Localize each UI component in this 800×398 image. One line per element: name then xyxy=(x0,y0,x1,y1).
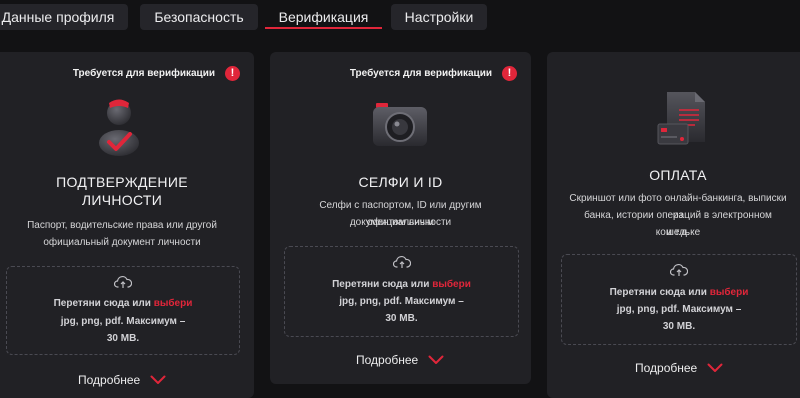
dropzone-prompt: Перетяни сюда или xyxy=(53,298,154,309)
alert-icon: ! xyxy=(502,66,517,81)
chevron-down-icon xyxy=(428,355,444,364)
card-title: СЕЛФИ И ID xyxy=(358,174,443,190)
tab-settings[interactable]: Настройки xyxy=(391,4,487,30)
active-tab-indicator xyxy=(265,27,382,29)
more-label: Подробнее xyxy=(356,353,419,367)
upload-dropzone[interactable]: Перетяни сюда или выбери jpg, png, pdf. … xyxy=(6,266,240,355)
selfie-card: Требуется для верификации ! СЕЛФИ И ID С… xyxy=(270,52,531,384)
dropzone-prompt: Перетяни сюда или xyxy=(609,287,710,298)
tab-security[interactable]: Безопасность xyxy=(140,4,258,30)
required-note: Требуется для верификации ! xyxy=(73,66,240,81)
camera-icon xyxy=(373,103,427,146)
payment-card: ОПЛАТА Скриншот или фото онлайн-банкинга… xyxy=(547,52,800,398)
upload-dropzone[interactable]: Перетяни сюда или выбери jpg, png, pdf. … xyxy=(561,254,797,345)
required-note: Требуется для верификации ! xyxy=(350,66,517,81)
choose-file-link[interactable]: выбери xyxy=(432,279,471,290)
upload-cloud-icon xyxy=(670,264,688,276)
more-label: Подробнее xyxy=(635,361,698,375)
dropzone-text: Перетяни сюда или выбери xyxy=(7,298,239,309)
dropzone-formats: jpg, png, pdf. Максимум – xyxy=(60,316,186,327)
more-label: Подробнее xyxy=(78,373,141,387)
card-desc-line1: Паспорт, водительские права или другой xyxy=(27,220,217,231)
chevron-down-icon xyxy=(707,363,723,372)
upload-cloud-icon xyxy=(392,256,411,268)
chevron-down-icon xyxy=(150,375,166,384)
dropzone-text: Перетяни сюда или выбери xyxy=(562,287,796,298)
identity-card: Требуется для верификации ! ПОДТВЕРЖДЕНИ… xyxy=(0,52,254,398)
profile-tabs: Данные профиля Безопасность Верификация … xyxy=(0,0,800,40)
more-button[interactable]: Подробнее xyxy=(356,353,444,367)
card-title: ПОДТВЕРЖДЕНИЕ xyxy=(56,174,188,190)
dropzone-prompt: Перетяни сюда или xyxy=(332,279,433,290)
card-title-line2: ЛИЧНОСТИ xyxy=(81,192,163,208)
upload-cloud-icon xyxy=(114,276,132,288)
document-card-icon xyxy=(657,92,705,145)
card-desc-line2: документом личности xyxy=(349,217,452,228)
required-label: Требуется для верификации xyxy=(349,68,492,79)
choose-file-link[interactable]: выбери xyxy=(154,298,193,309)
upload-dropzone[interactable]: Перетяни сюда или выбери jpg, png, pdf. … xyxy=(284,246,519,337)
card-title: ОПЛАТА xyxy=(649,167,707,183)
card-desc-line2: официальный документ личности xyxy=(43,237,201,248)
more-button[interactable]: Подробнее xyxy=(635,361,723,375)
dropzone-text: Перетяни сюда или выбери xyxy=(285,279,518,290)
dropzone-formats: jpg, png, pdf. Максимум – xyxy=(616,304,742,315)
choose-file-link[interactable]: выбери xyxy=(710,287,749,298)
dropzone-max-size: 30 MB. xyxy=(662,321,696,332)
dropzone-max-size: 30 MB. xyxy=(385,313,418,324)
dropzone-formats: jpg, png, pdf. Максимум – xyxy=(339,296,464,307)
required-label: Требуется для верификации xyxy=(72,68,215,79)
card-desc-line3: и т.д. xyxy=(666,227,690,238)
dropzone-max-size: 30 MB. xyxy=(106,333,140,344)
more-button[interactable]: Подробнее xyxy=(78,373,166,387)
tab-profile-data[interactable]: Данные профиля xyxy=(0,4,128,30)
alert-icon: ! xyxy=(225,66,240,81)
person-check-icon xyxy=(99,99,139,156)
